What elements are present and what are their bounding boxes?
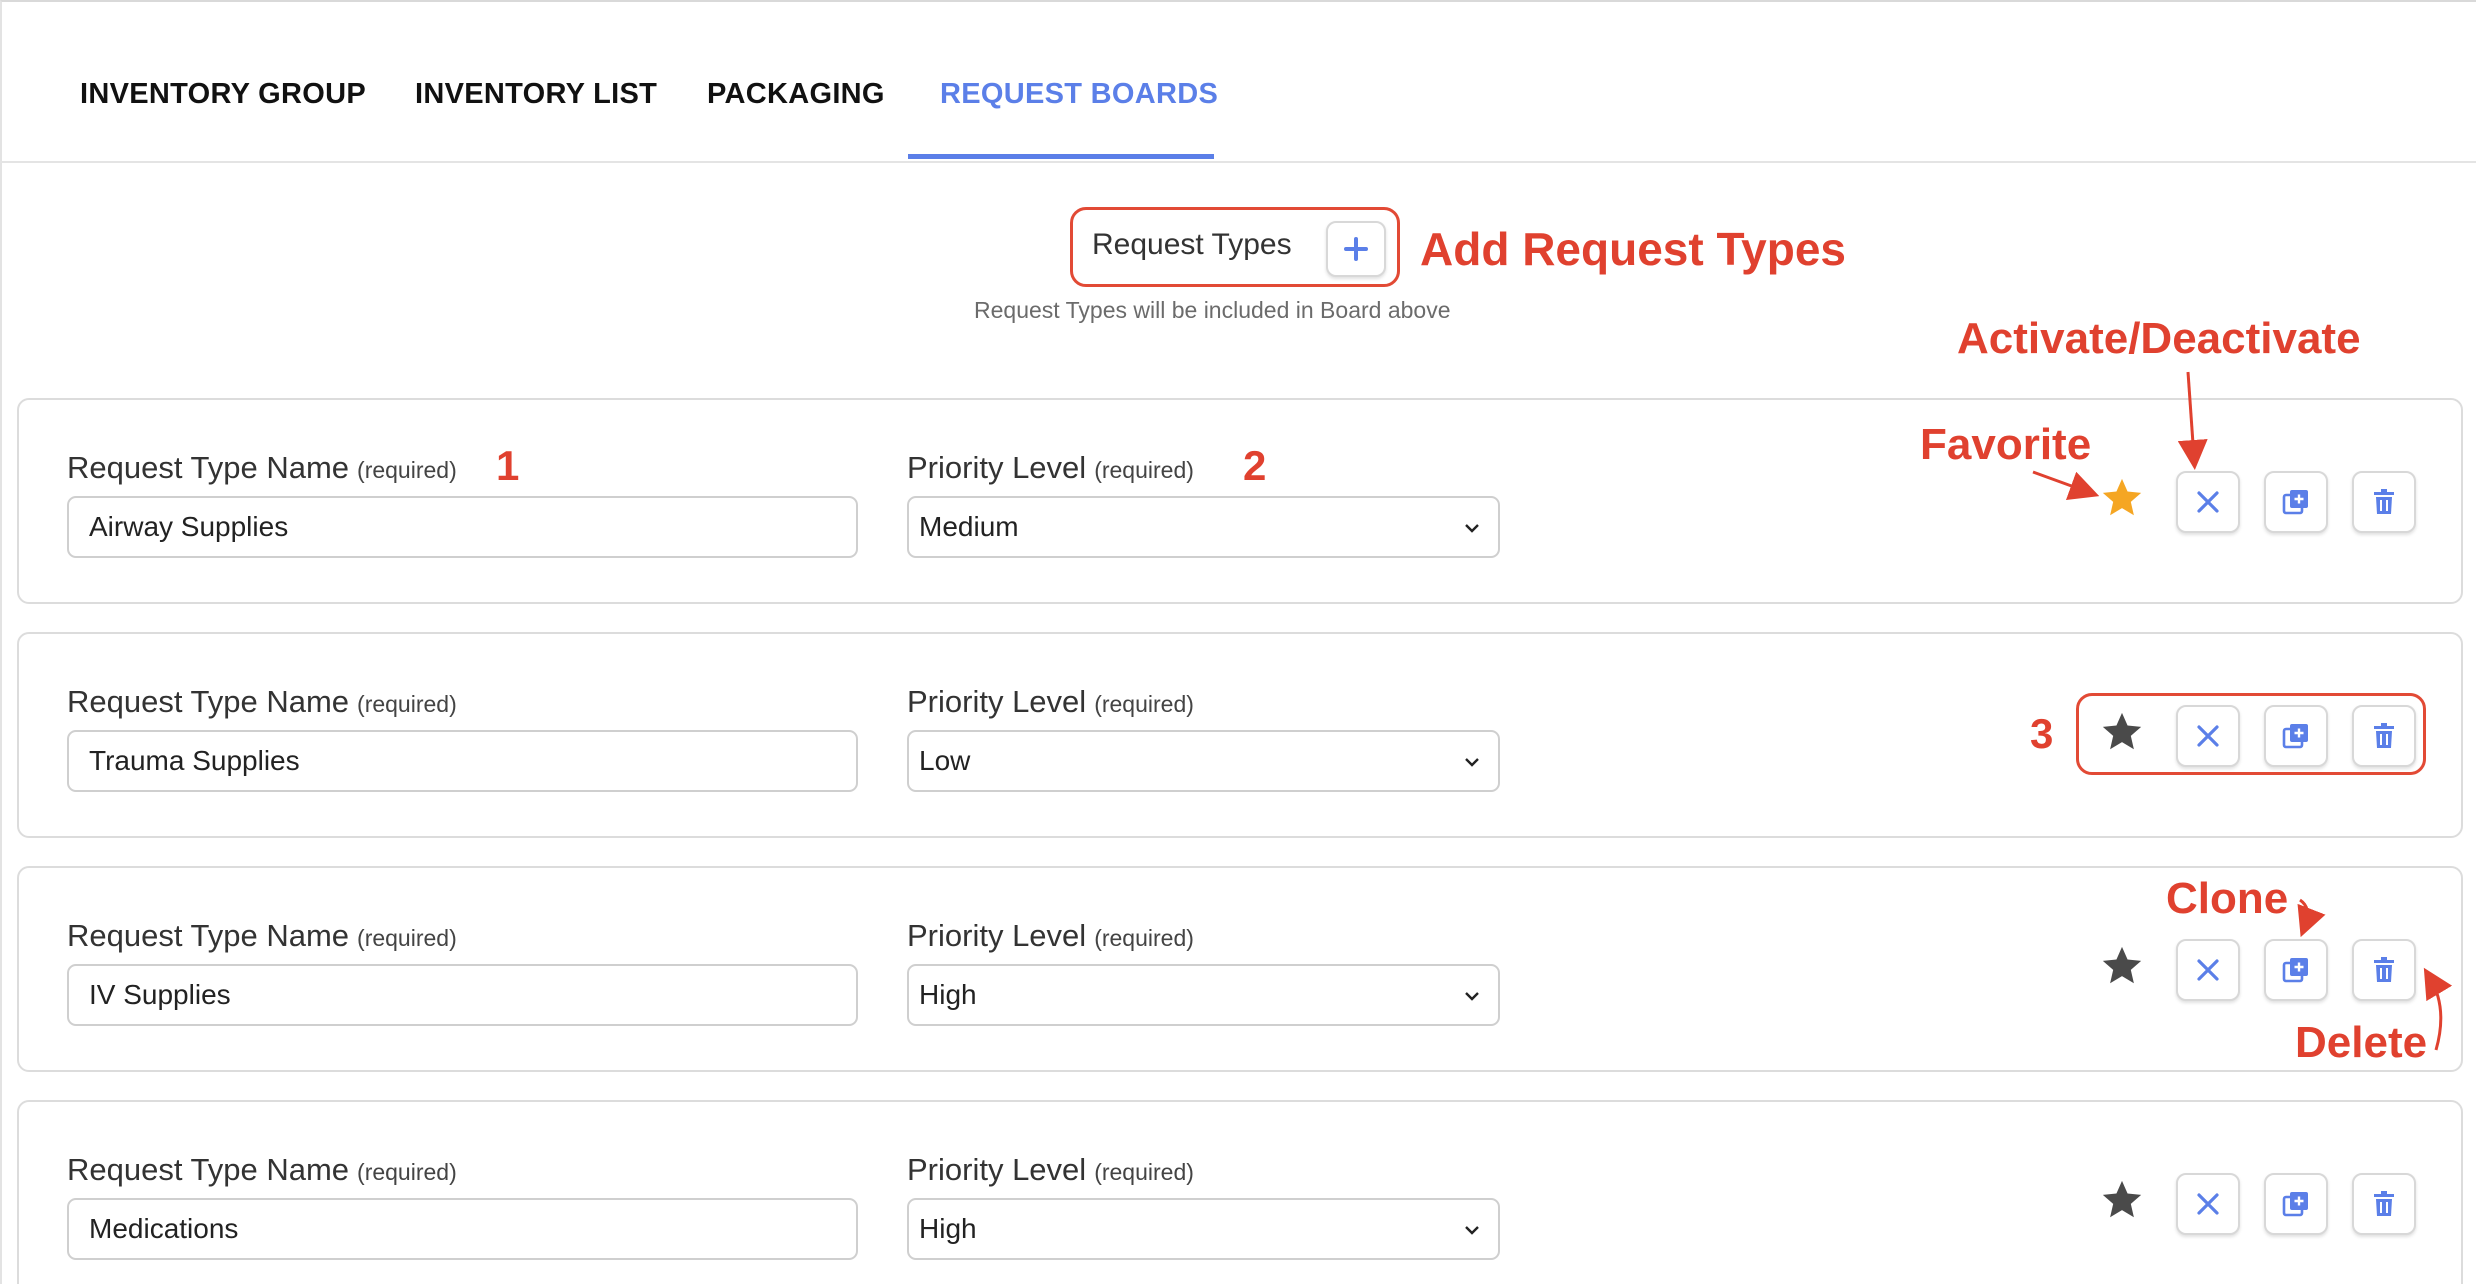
arrow-activate — [2177, 371, 2208, 470]
arrow-favorite — [2032, 470, 2100, 500]
arrow-clone — [2297, 898, 2326, 938]
annotation-arrows — [2032, 371, 2453, 1051]
arrow-delete — [2423, 967, 2453, 1051]
